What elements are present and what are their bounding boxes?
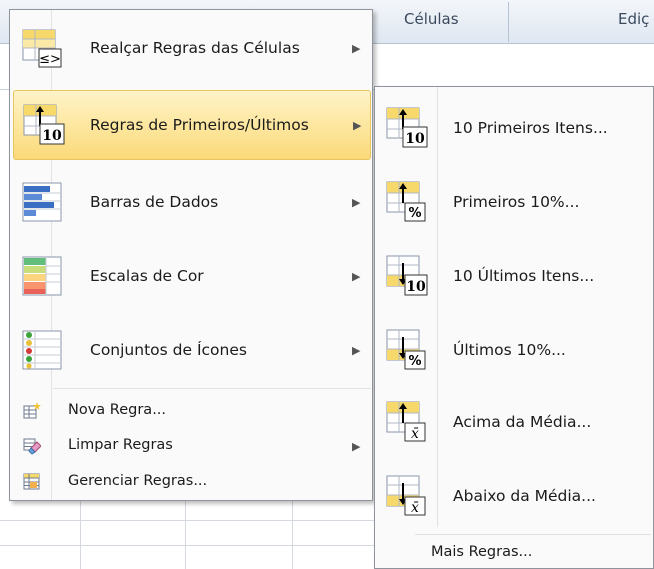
bottom-10-items-icon: 10	[386, 255, 428, 296]
top-bottom-rules-submenu: 10 10 Primeiros Itens... % Primeiros 10%…	[374, 86, 654, 569]
submenu-item-label: Abaixo da Média...	[453, 487, 596, 505]
bottom-10-percent-icon: %	[386, 329, 426, 370]
submenu-item-label: Últimos 10%...	[453, 341, 566, 359]
menu-item-label: Gerenciar Regras...	[68, 473, 208, 489]
menu-item-clear-rules[interactable]: Limpar Regras ▶	[13, 429, 369, 463]
menu-item-label: Realçar Regras das Células	[90, 39, 300, 57]
chevron-right-icon: ▶	[352, 440, 361, 453]
manage-rules-icon	[23, 473, 40, 490]
menu-item-label: Escalas de Cor	[90, 267, 204, 285]
above-average-icon: x̄	[386, 401, 426, 442]
new-rule-icon	[23, 402, 41, 419]
grid-line	[80, 496, 81, 569]
menu-item-label: Nova Regra...	[68, 402, 167, 418]
menu-item-label: Conjuntos de Ícones	[90, 341, 247, 359]
menu-separator	[415, 534, 651, 535]
submenu-item-bottom-10-percent[interactable]: % Últimos 10%...	[377, 315, 651, 385]
svg-text:10: 10	[42, 128, 62, 144]
menu-item-icon-sets[interactable]: Conjuntos de Ícones ▶	[13, 316, 369, 386]
chevron-right-icon: ▶	[352, 42, 361, 55]
top-10-percent-icon: %	[386, 181, 426, 222]
icon-sets-icon	[22, 330, 62, 370]
submenu-item-label: 10 Últimos Itens...	[453, 267, 595, 285]
menu-item-highlight-cell-rules[interactable]: ≤> Realçar Regras das Células ▶	[13, 14, 369, 84]
chevron-right-icon: ▶	[352, 196, 361, 209]
below-average-icon: x̄	[386, 475, 426, 516]
menu-item-label: Barras de Dados	[90, 193, 219, 211]
menu-item-label: Limpar Regras	[68, 437, 173, 453]
submenu-item-bottom-10-items[interactable]: 10 10 Últimos Itens...	[377, 241, 651, 311]
grid-line	[292, 496, 293, 569]
top-bottom-rules-icon: 10	[23, 104, 65, 145]
svg-text:%: %	[408, 354, 421, 369]
svg-text:≤>: ≤>	[39, 52, 61, 67]
submenu-item-label: Mais Regras...	[431, 544, 533, 560]
svg-text:%: %	[408, 206, 421, 221]
highlight-rules-icon: ≤>	[22, 29, 62, 68]
top-10-items-icon: 10	[386, 107, 428, 148]
color-scales-icon	[22, 256, 62, 296]
submenu-item-label: Acima da Média...	[453, 413, 592, 431]
submenu-item-label: Primeiros 10%...	[453, 193, 580, 211]
submenu-item-more-rules[interactable]: Mais Regras...	[377, 537, 651, 569]
svg-text:x̄: x̄	[411, 426, 419, 442]
grid-line	[185, 496, 186, 569]
submenu-item-above-average[interactable]: x̄ Acima da Média...	[377, 387, 651, 457]
menu-item-top-bottom-rules[interactable]: 10 Regras de Primeiros/Últimos ▶	[13, 90, 371, 160]
conditional-formatting-menu: ≤> Realçar Regras das Células ▶ 10 Regra…	[9, 9, 373, 501]
chevron-right-icon: ▶	[352, 344, 361, 357]
svg-text:10: 10	[405, 131, 425, 147]
ribbon-group-cells[interactable]: Células	[404, 10, 459, 28]
chevron-right-icon: ▶	[353, 119, 362, 132]
menu-separator	[53, 388, 371, 389]
menu-item-label: Regras de Primeiros/Últimos	[90, 116, 309, 134]
menu-item-data-bars[interactable]: Barras de Dados ▶	[13, 168, 369, 238]
submenu-item-top-10-percent[interactable]: % Primeiros 10%...	[377, 167, 651, 237]
data-bars-icon	[22, 182, 62, 222]
chevron-right-icon: ▶	[352, 270, 361, 283]
submenu-item-below-average[interactable]: x̄ Abaixo da Média...	[377, 461, 651, 531]
menu-item-new-rule[interactable]: Nova Regra...	[13, 394, 369, 428]
clear-rules-icon	[23, 438, 41, 455]
menu-item-color-scales[interactable]: Escalas de Cor ▶	[13, 242, 369, 312]
ribbon-separator	[508, 2, 509, 42]
submenu-item-top-10-items[interactable]: 10 10 Primeiros Itens...	[377, 93, 651, 163]
menu-item-manage-rules[interactable]: Gerenciar Regras...	[13, 465, 369, 499]
ribbon-group-edit[interactable]: Ediç	[618, 10, 649, 28]
submenu-item-label: 10 Primeiros Itens...	[453, 119, 608, 137]
svg-text:10: 10	[406, 279, 426, 295]
svg-text:x̄: x̄	[411, 500, 419, 516]
